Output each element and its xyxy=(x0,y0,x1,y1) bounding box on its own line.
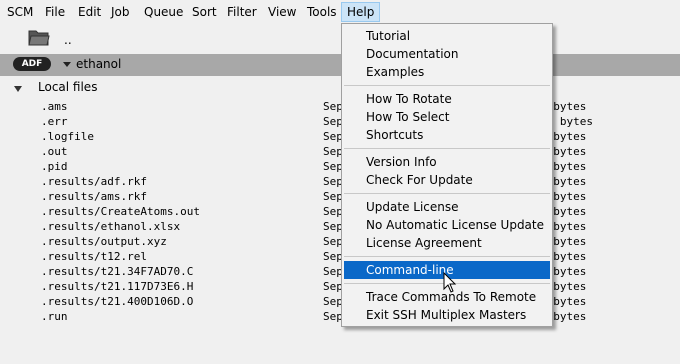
menu-item-shortcuts[interactable]: Shortcuts xyxy=(344,126,550,144)
file-row[interactable]: .results/ams.rkf Sep 8 bytes xyxy=(0,189,680,204)
menu-item-exit-ssh[interactable]: Exit SSH Multiplex Masters xyxy=(344,306,550,324)
file-date: Sep xyxy=(323,310,343,323)
file-name: .pid xyxy=(41,160,68,173)
menu-item-how-to-rotate[interactable]: How To Rotate xyxy=(344,90,550,108)
menu-separator xyxy=(344,193,550,194)
menu-edit[interactable]: Edit xyxy=(73,3,106,21)
file-date: Sep xyxy=(323,175,343,188)
file-date: Sep xyxy=(323,160,343,173)
file-name: .out xyxy=(41,145,68,158)
menu-separator xyxy=(344,148,550,149)
folder-icon[interactable] xyxy=(28,27,50,47)
file-name: .results/output.xyz xyxy=(41,235,167,248)
file-row[interactable]: .pid Sep 7 bytes xyxy=(0,159,680,174)
menu-help[interactable]: Help xyxy=(341,2,381,22)
menu-item-how-to-select[interactable]: How To Select xyxy=(344,108,550,126)
menu-separator xyxy=(344,85,550,86)
file-date: Sep xyxy=(323,130,343,143)
local-files-header[interactable]: Local files xyxy=(38,80,97,94)
file-name: .results/t12.rel xyxy=(41,250,147,263)
file-date: Sep xyxy=(323,100,343,113)
file-name: .results/t21.400D106D.O xyxy=(41,295,194,308)
file-row[interactable]: .results/t21.117D73E6.H Sep 4 bytes xyxy=(0,279,680,294)
file-date: Sep xyxy=(323,205,343,218)
menu-bar: SCM File Edit Job Queue Sort Filter View… xyxy=(0,0,680,24)
file-name: .logfile xyxy=(41,130,94,143)
file-name: .results/ethanol.xlsx xyxy=(41,220,181,233)
menu-filter[interactable]: Filter xyxy=(222,3,262,21)
file-name: .results/ams.rkf xyxy=(41,190,147,203)
menu-file[interactable]: File xyxy=(40,3,70,21)
menu-item-update-license[interactable]: Update License xyxy=(344,198,550,216)
menu-item-license-agreement[interactable]: License Agreement xyxy=(344,234,550,252)
file-date: Sep xyxy=(323,115,343,128)
file-date: Sep xyxy=(323,250,343,263)
menu-item-no-automatic-license-update[interactable]: No Automatic License Update xyxy=(344,216,550,234)
menu-item-documentation[interactable]: Documentation xyxy=(344,45,550,63)
file-date: Sep xyxy=(323,280,343,293)
menu-tools[interactable]: Tools xyxy=(302,3,342,21)
adf-badge[interactable]: ADF xyxy=(13,57,51,71)
file-name: .ams xyxy=(41,100,68,113)
menu-queue[interactable]: Queue xyxy=(139,3,188,21)
file-row[interactable]: .results/adf.rkf Sep 0 bytes xyxy=(0,174,680,189)
menu-item-examples[interactable]: Examples xyxy=(344,63,550,81)
file-row[interactable]: .logfile Sep 5 bytes xyxy=(0,129,680,144)
file-name: .results/t21.34F7AD70.C xyxy=(41,265,194,278)
file-row[interactable]: .results/t21.400D106D.O Sep 0 bytes xyxy=(0,294,680,309)
chevron-down-icon[interactable] xyxy=(63,62,71,67)
file-name: .results/CreateAtoms.out xyxy=(41,205,200,218)
file-name: .err xyxy=(41,115,68,128)
file-row[interactable]: .results/ethanol.xlsx Sep 2 bytes xyxy=(0,219,680,234)
menu-sort[interactable]: Sort xyxy=(187,3,222,21)
menu-item-version-info[interactable]: Version Info xyxy=(344,153,550,171)
file-date: Sep xyxy=(323,220,343,233)
expand-triangle-icon[interactable] xyxy=(14,86,22,92)
file-name: .run xyxy=(41,310,68,323)
file-row[interactable]: .ams Sep 4 bytes xyxy=(0,99,680,114)
file-row[interactable]: .out Sep 5 bytes xyxy=(0,144,680,159)
job-name: ethanol xyxy=(76,57,122,71)
toolbar xyxy=(0,24,680,54)
mouse-cursor-icon xyxy=(443,272,457,293)
file-row[interactable]: .results/output.xyz Sep 4 bytes xyxy=(0,234,680,249)
file-row[interactable]: .err Sep 20 bytes xyxy=(0,114,680,129)
file-date: Sep xyxy=(323,145,343,158)
menu-separator xyxy=(344,256,550,257)
file-row[interactable]: .results/CreateAtoms.out Sep 8 bytes xyxy=(0,204,680,219)
parent-folder-link[interactable]: .. xyxy=(64,33,72,47)
menu-scm[interactable]: SCM xyxy=(2,3,38,21)
file-row[interactable]: .results/t12.rel Sep 4 bytes xyxy=(0,249,680,264)
file-date: Sep xyxy=(323,235,343,248)
file-date: Sep xyxy=(323,190,343,203)
file-date: Sep xyxy=(323,265,343,278)
menu-view[interactable]: View xyxy=(263,3,301,21)
file-row[interactable]: .run Sep 0 bytes xyxy=(0,309,680,324)
file-name: .results/t21.117D73E6.H xyxy=(41,280,194,293)
file-name: .results/adf.rkf xyxy=(41,175,147,188)
menu-item-tutorial[interactable]: Tutorial xyxy=(344,27,550,45)
menu-job[interactable]: Job xyxy=(106,3,135,21)
file-date: Sep xyxy=(323,295,343,308)
file-row[interactable]: .results/t21.34F7AD70.C Sep 2 bytes xyxy=(0,264,680,279)
menu-item-check-for-update[interactable]: Check For Update xyxy=(344,171,550,189)
